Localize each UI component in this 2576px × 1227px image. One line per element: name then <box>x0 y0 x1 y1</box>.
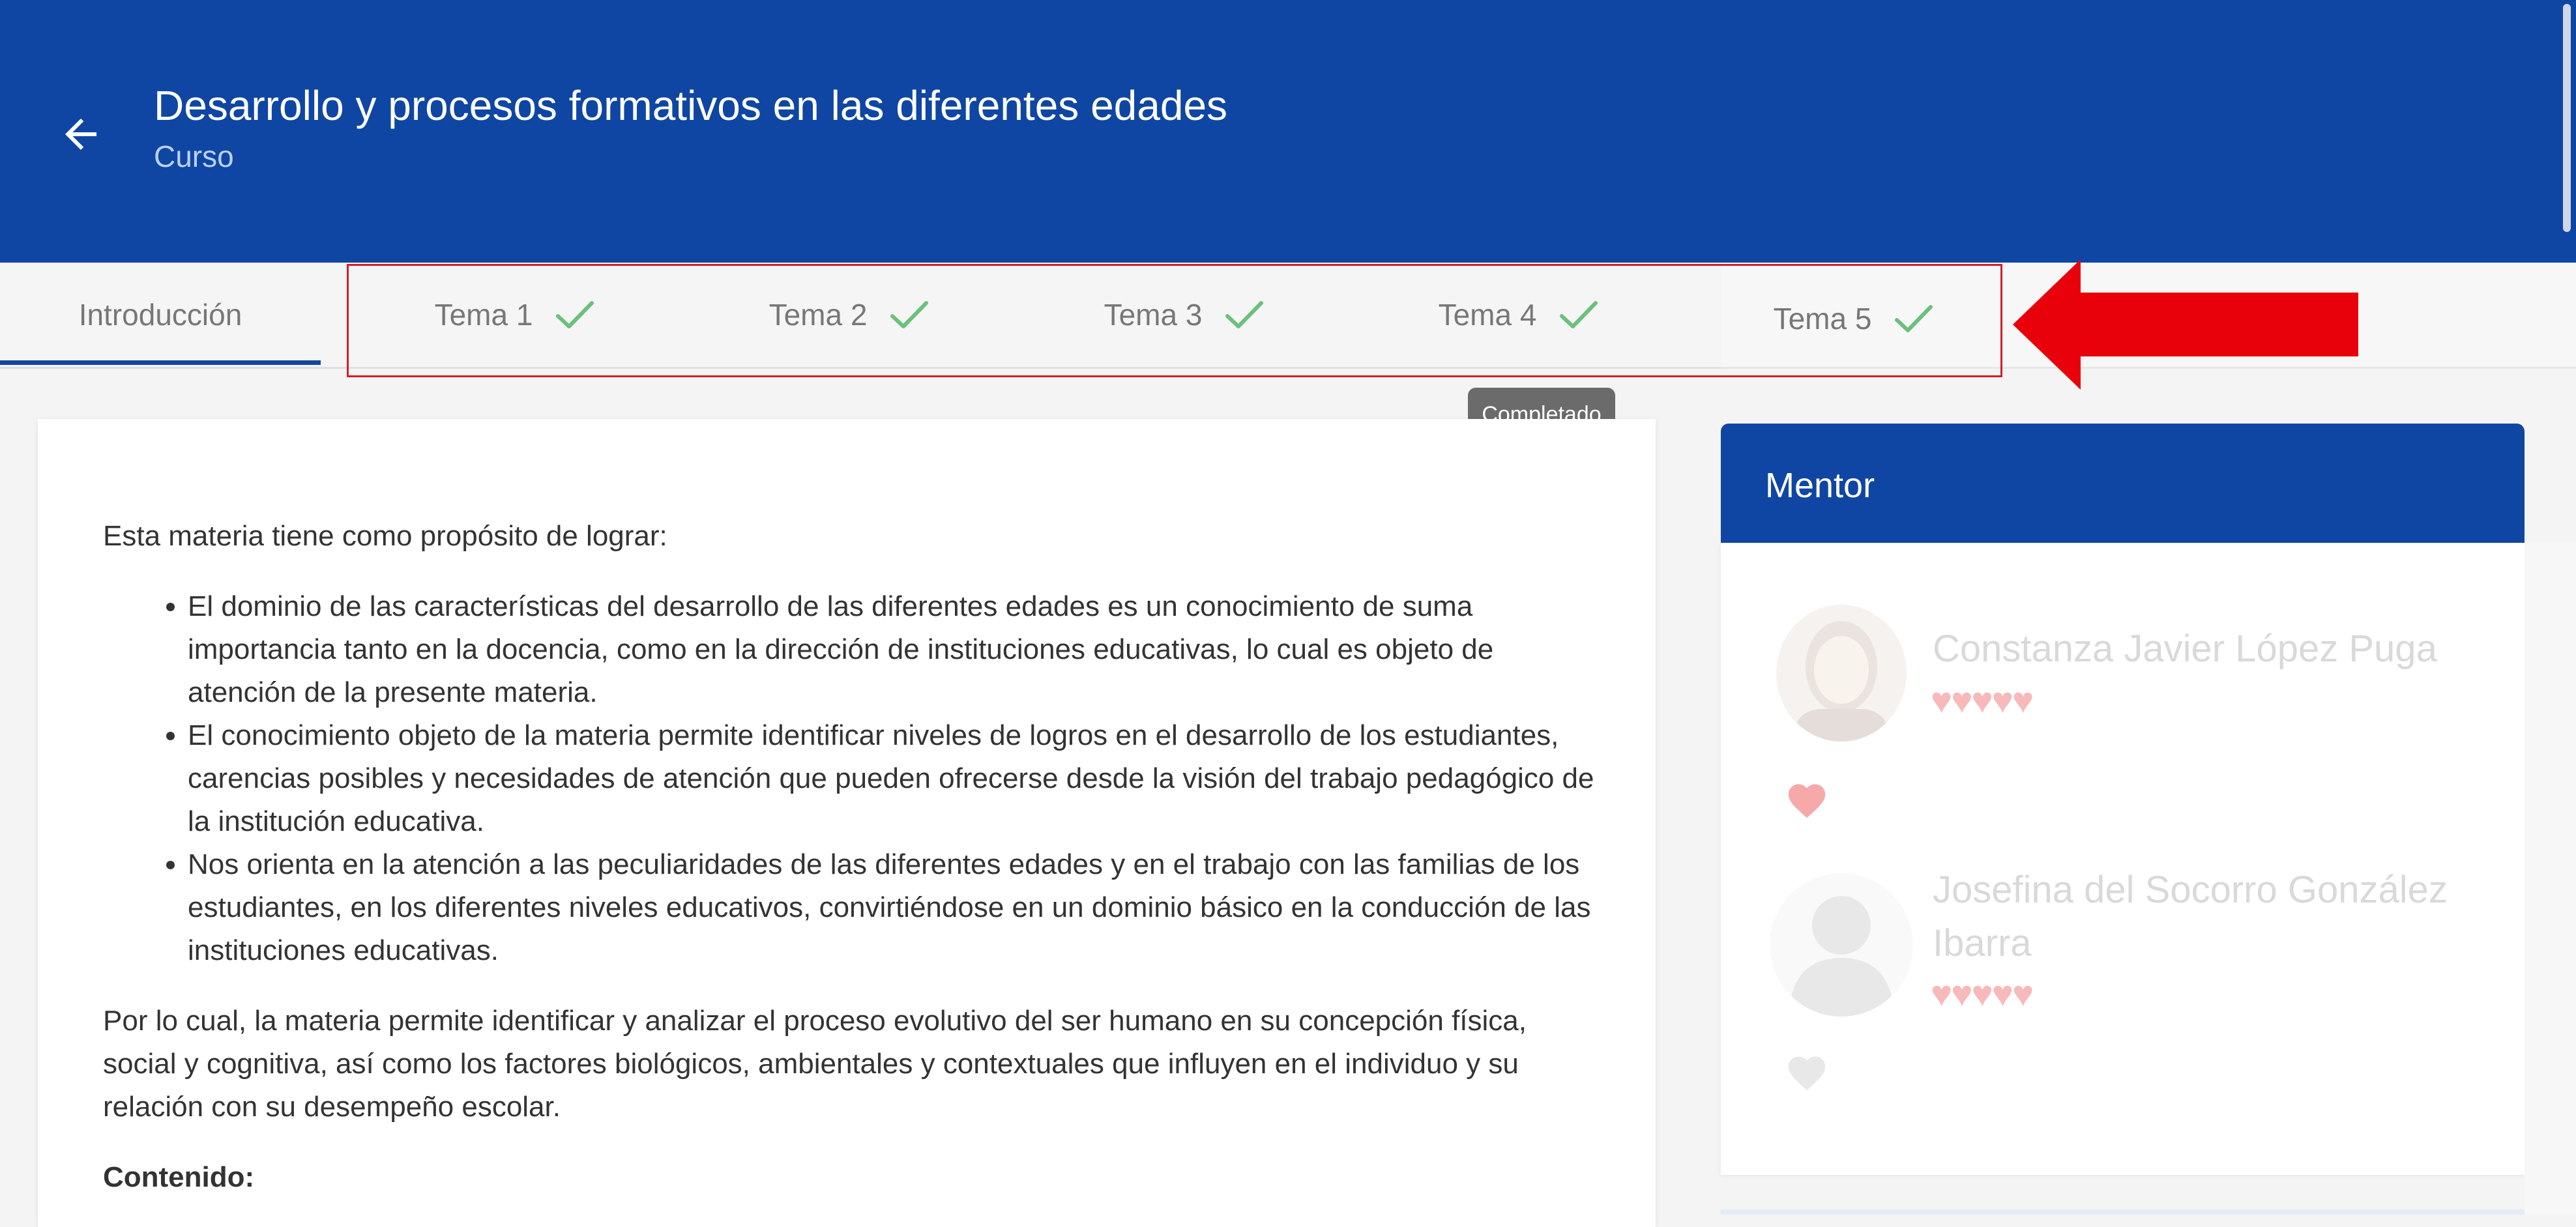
list-item: Nos orienta en la atención a las peculia… <box>188 843 1602 972</box>
mentor-name: Josefina del Socorro González <box>1933 869 2448 911</box>
list-item: El conocimiento objeto de la materia per… <box>188 714 1602 843</box>
section-title: Contenido: <box>103 1161 255 1193</box>
page-title: Desarrollo y procesos formativos en las … <box>154 82 1228 129</box>
scrollbar[interactable] <box>2563 4 2571 232</box>
tabs-highlight-box <box>347 264 2002 377</box>
tab-label: Introducción <box>78 298 242 332</box>
intro-text: Esta materia tiene como propósito de log… <box>103 520 667 552</box>
course-description: Esta materia tiene como propósito de log… <box>103 515 1602 1199</box>
favorite-heart-icon[interactable] <box>1785 1051 1829 1091</box>
tab-introduccion[interactable]: Introducción <box>0 263 321 367</box>
rating-hearts: ♥♥♥♥♥ <box>1931 680 2034 721</box>
page-background-strip <box>2525 543 2576 1215</box>
favorite-heart-icon[interactable] <box>1785 779 1829 819</box>
avatar[interactable] <box>1770 873 1913 1017</box>
summary-paragraph: Por lo cual, la materia permite identifi… <box>103 1005 1527 1123</box>
mentor-name: Constanza Javier López Puga <box>1933 628 2437 670</box>
mentor-name-continued: Ibarra <box>1933 922 2032 964</box>
list-item: El dominio de las características del de… <box>188 585 1602 714</box>
back-arrow-icon[interactable] <box>57 111 104 158</box>
objectives-list: El dominio de las características del de… <box>103 585 1602 972</box>
active-tab-indicator <box>0 360 321 365</box>
next-panel-edge <box>1721 1209 2525 1215</box>
avatar[interactable] <box>1776 605 1907 742</box>
mentor-title: Mentor <box>1765 466 1875 505</box>
page-subtitle: Curso <box>154 139 234 173</box>
red-arrow-annotation <box>2013 259 2358 390</box>
rating-hearts: ♥♥♥♥♥ <box>1931 973 2034 1014</box>
